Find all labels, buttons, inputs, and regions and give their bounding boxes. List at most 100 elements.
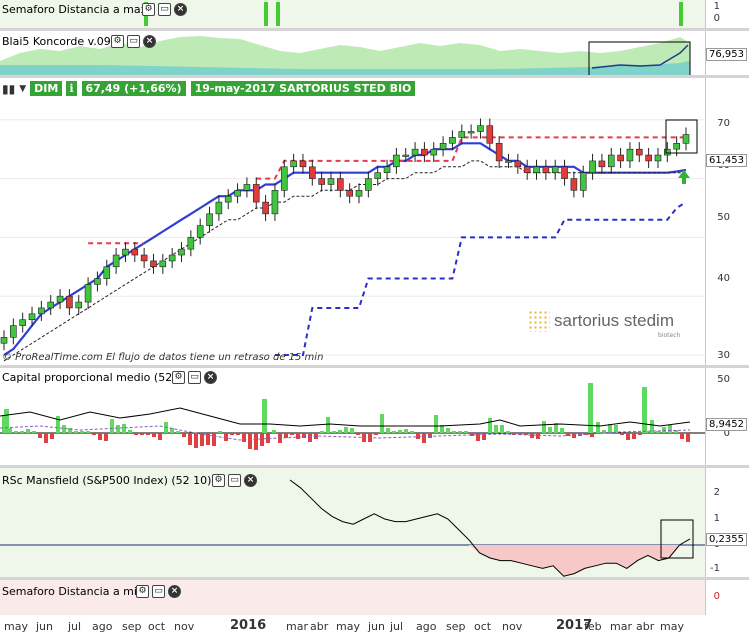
x-tick-label: abr — [636, 620, 655, 633]
candle-body — [673, 142, 680, 150]
capital-bar — [350, 428, 354, 433]
candle-body — [215, 201, 223, 215]
capital-bar — [374, 433, 378, 435]
close-icon[interactable]: × — [174, 3, 187, 16]
wrench-icon[interactable]: ⚙ — [172, 371, 185, 384]
candle-body — [262, 201, 269, 215]
capital-bar — [308, 433, 312, 442]
capital-bar — [194, 433, 198, 448]
window-icon[interactable]: ▭ — [152, 585, 165, 598]
tick-label: 40 — [717, 273, 730, 284]
close-icon[interactable]: × — [244, 474, 257, 487]
candle-body — [533, 166, 540, 173]
x-tick-label: nov — [174, 620, 195, 633]
capital-bar — [662, 427, 666, 433]
candle-body — [206, 213, 213, 226]
x-tick-label: mar — [286, 620, 308, 633]
x-tick-label: oct — [148, 620, 166, 633]
mansfield-value-tag: 0,2355 — [706, 533, 747, 546]
capital-bar — [20, 431, 24, 433]
chevron-down-icon[interactable]: ▼ — [19, 84, 26, 94]
capital-bar — [386, 428, 390, 433]
capital-bar — [332, 431, 336, 433]
candle-body — [122, 248, 129, 256]
capital-bar — [380, 414, 384, 433]
candle-body — [140, 254, 148, 262]
candle-body — [383, 166, 391, 173]
candle-body — [94, 278, 101, 285]
wrench-icon[interactable]: ⚙ — [142, 3, 155, 16]
candle-body — [542, 166, 550, 173]
window-icon[interactable]: ▭ — [228, 474, 241, 487]
window-icon[interactable]: ▭ — [188, 371, 201, 384]
tick-label: 30 — [717, 350, 730, 361]
capital-bar — [320, 431, 324, 433]
capital-bar — [86, 431, 90, 433]
mansfield-negative-area — [290, 545, 690, 577]
semaforo-max-bar — [679, 2, 683, 26]
capital-value-tag: 8,9452 — [706, 418, 747, 431]
candle-chart-icon[interactable]: ▮▮ — [2, 82, 15, 96]
capital-bar — [542, 421, 546, 433]
info-icon[interactable]: ℹ — [66, 81, 77, 96]
mansfield-title: RSc Mansfield (S&P500 Index) (52 10) — [2, 474, 212, 487]
price-info-bar: ▮▮ ▼ DIM ℹ 67,49 (+1,66%) 19-may-2017 SA… — [0, 79, 705, 98]
capital-bar — [104, 433, 108, 441]
capital-bar — [188, 433, 192, 445]
capital-bar — [494, 425, 498, 433]
capital-bar — [404, 429, 408, 433]
capital-bar — [272, 430, 276, 433]
capital-bar — [224, 433, 228, 441]
capital-bar — [158, 433, 162, 440]
candle-body — [280, 166, 288, 191]
close-icon[interactable]: × — [204, 371, 217, 384]
tick-label: 2 — [713, 487, 720, 498]
candle-body — [0, 337, 8, 344]
wrench-icon[interactable]: ⚙ — [111, 35, 124, 48]
capital-bar — [620, 433, 624, 435]
logo-subtext: biotech — [658, 332, 681, 339]
candle-body — [28, 313, 36, 321]
window-icon[interactable]: ▭ — [158, 3, 171, 16]
capital-tools: ⚙ ▭ × — [172, 371, 217, 384]
koncorde-value-tag: 76,953 — [706, 48, 747, 61]
dim-label[interactable]: DIM — [30, 81, 63, 96]
mansfield-tools: ⚙ ▭ × — [212, 474, 257, 487]
candle-body — [421, 148, 428, 156]
capital-bar — [338, 430, 342, 433]
capital-bar — [122, 424, 126, 433]
capital-bar — [218, 431, 222, 433]
candle-body — [607, 154, 615, 168]
capital-line — [0, 407, 691, 427]
capital-bar — [500, 425, 504, 433]
wrench-icon[interactable]: ⚙ — [212, 474, 225, 487]
koncorde-tools: ⚙ ▭ × — [111, 35, 156, 48]
candle-body — [159, 260, 167, 268]
close-icon[interactable]: × — [168, 585, 181, 598]
window-icon[interactable]: ▭ — [127, 35, 140, 48]
price-series-support — [274, 201, 687, 356]
capital-bar — [422, 433, 426, 443]
capital-bar — [398, 430, 402, 433]
candle-body — [458, 131, 466, 138]
capital-bar — [32, 431, 36, 433]
candle-body — [374, 172, 381, 179]
capital-bar — [326, 417, 330, 433]
candle-body — [682, 134, 690, 144]
candle-body — [10, 325, 17, 338]
koncorde-title: Blai5 Koncorde v.09 — [2, 35, 111, 48]
candle-body — [178, 248, 185, 256]
capital-bar — [110, 419, 114, 433]
wrench-icon[interactable]: ⚙ — [136, 585, 149, 598]
x-tick-label: sep — [122, 620, 142, 633]
capital-bar — [392, 431, 396, 433]
capital-bar — [134, 433, 138, 435]
semaforo-max-axis: 1 0 — [705, 0, 749, 28]
capital-bar — [50, 433, 54, 439]
price-change: 67,49 (+1,66%) — [80, 80, 187, 97]
close-icon[interactable]: × — [143, 35, 156, 48]
price-panel: sartorius stedim biotech © ProRealTime.c… — [0, 78, 705, 365]
x-tick-label: jul — [390, 620, 404, 633]
capital-bar — [458, 431, 462, 433]
capital-bar — [14, 431, 18, 433]
